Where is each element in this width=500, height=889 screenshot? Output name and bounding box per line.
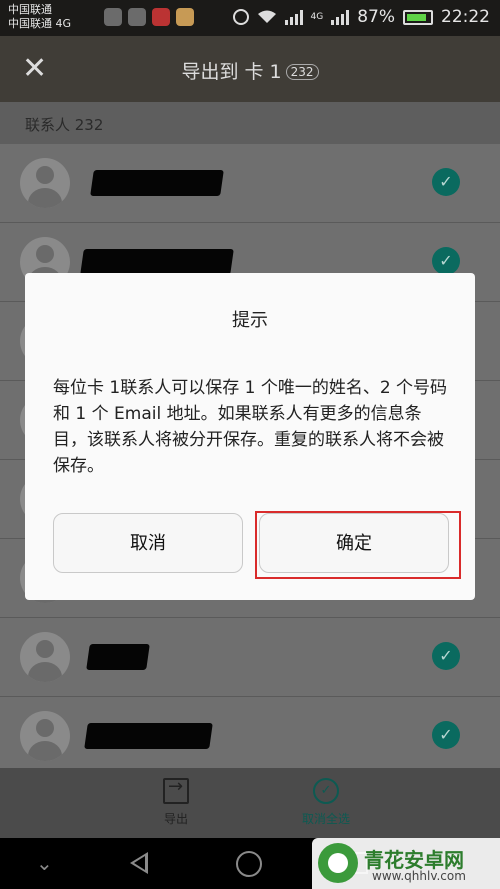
redacted-name [86, 644, 150, 670]
home-icon[interactable] [236, 851, 262, 877]
redacted-name [84, 723, 213, 749]
signal-1-icon [284, 9, 303, 25]
watermark: 青花安卓网 www.qhhlv.com [312, 838, 500, 889]
dialog-message: 每位卡 1联系人可以保存 1 个唯一的姓名、2 个号码和 1 个 Email 地… [53, 378, 448, 476]
cancel-button[interactable]: 取消 [53, 513, 243, 573]
export-button[interactable]: 导出 [116, 776, 236, 827]
count-badge: 232 [285, 64, 319, 80]
notification-icons [104, 8, 194, 26]
check-icon[interactable]: ✓ [432, 721, 460, 749]
deselect-all-button[interactable]: ✓ 取消全选 [266, 778, 386, 827]
title-text: 导出到 卡 1 [181, 61, 282, 83]
back-icon[interactable] [130, 852, 148, 874]
check-circle-icon: ✓ [313, 778, 339, 804]
check-icon[interactable]: ✓ [432, 168, 460, 196]
deselect-label: 取消全选 [301, 812, 350, 826]
alarm-icon [232, 9, 249, 25]
avatar [20, 158, 70, 208]
clock: 22:22 [441, 7, 490, 27]
export-icon [163, 776, 189, 804]
check-icon[interactable]: ✓ [432, 247, 460, 275]
signal-2-icon [331, 9, 350, 25]
carrier-1: 中国联通 [8, 3, 52, 16]
app-notification-icon [128, 8, 146, 26]
list-item[interactable]: ✓ [0, 144, 500, 223]
carrier-2: 中国联通 4G [8, 17, 72, 30]
battery-percent: 87% [357, 7, 395, 27]
game-icon [176, 8, 194, 26]
carrier-info: 中国联通 中国联通 4G [8, 3, 71, 31]
status-bar: 中国联通 中国联通 4G 4G 87% 22:22 [0, 0, 500, 36]
list-item[interactable]: ✓ [0, 618, 500, 697]
avatar [20, 632, 70, 682]
export-label: 导出 [163, 812, 188, 826]
shop-icon [152, 8, 170, 26]
list-item[interactable]: ✓ [0, 697, 500, 768]
wifi-icon [257, 10, 276, 23]
redacted-name [80, 249, 234, 275]
page-title: 导出到 卡 1 232 [0, 57, 500, 84]
system-status: 4G 87% 22:22 [232, 7, 490, 27]
battery-icon [403, 9, 433, 25]
gallery-icon [104, 8, 122, 26]
check-icon[interactable]: ✓ [432, 642, 460, 670]
logo-icon [318, 843, 358, 883]
dialog-title: 提示 [232, 310, 268, 331]
watermark-url: www.qhhlv.com [372, 869, 466, 883]
avatar [20, 711, 70, 761]
network-type: 4G [310, 12, 324, 22]
bottom-action-bar: 导出 ✓ 取消全选 [0, 768, 500, 838]
section-header: 联系人 232 [0, 102, 500, 144]
redacted-name [90, 170, 224, 196]
chevron-down-icon[interactable]: ⌄ [36, 851, 53, 875]
top-toolbar: ✕ 导出到 卡 1 232 [0, 36, 500, 102]
confirm-highlight-box [255, 511, 461, 579]
